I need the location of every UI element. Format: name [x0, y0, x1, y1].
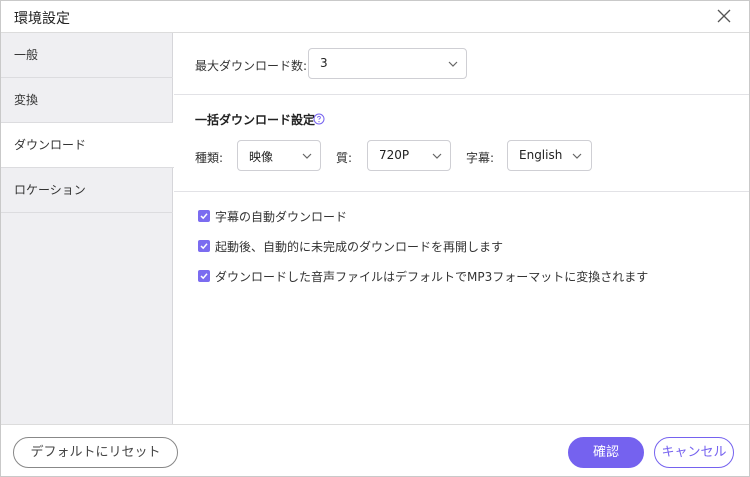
- footer-divider: [1, 424, 749, 425]
- max-downloads-select[interactable]: 3: [308, 48, 467, 79]
- check-icon: [199, 211, 209, 221]
- quality-select[interactable]: 720P: [367, 140, 451, 171]
- auto-subtitle-label: 字幕の自動ダウンロード: [215, 208, 347, 225]
- preferences-dialog: 環境設定 一般 変換 ダウンロード ロケーション 最大ダウンロード数: 3 一括…: [0, 0, 750, 477]
- check-icon: [199, 241, 209, 251]
- confirm-button[interactable]: 確認: [568, 437, 644, 468]
- sidebar: 一般 変換 ダウンロード ロケーション: [1, 33, 173, 425]
- sidebar-item-convert[interactable]: 変換: [1, 78, 173, 123]
- type-label: 種類:: [195, 149, 223, 166]
- cancel-button[interactable]: キャンセル: [654, 437, 734, 468]
- max-downloads-value: 3: [320, 56, 328, 70]
- chevron-down-icon: [301, 150, 313, 162]
- divider: [174, 94, 749, 95]
- divider: [174, 191, 749, 192]
- check-icon: [199, 271, 209, 281]
- title-bar: 環境設定: [1, 1, 749, 33]
- convert-mp3-label: ダウンロードした音声ファイルはデフォルトでMP3フォーマットに変換されます: [215, 268, 648, 285]
- quality-value: 720P: [379, 148, 409, 162]
- quality-label: 質:: [336, 149, 352, 166]
- subtitle-select[interactable]: English: [507, 140, 592, 171]
- chevron-down-icon: [571, 150, 583, 162]
- subtitle-value: English: [519, 148, 562, 162]
- type-value: 映像: [249, 148, 273, 165]
- type-select[interactable]: 映像: [237, 140, 321, 171]
- sidebar-item-general[interactable]: 一般: [1, 33, 173, 78]
- convert-mp3-checkbox[interactable]: [198, 270, 210, 282]
- help-icon[interactable]: [313, 113, 325, 125]
- subtitle-label: 字幕:: [466, 149, 494, 166]
- close-icon[interactable]: [715, 7, 733, 25]
- chevron-down-icon: [447, 58, 459, 70]
- sidebar-item-download[interactable]: ダウンロード: [1, 123, 174, 168]
- sidebar-item-location[interactable]: ロケーション: [1, 168, 173, 213]
- resume-downloads-checkbox[interactable]: [198, 240, 210, 252]
- chevron-down-icon: [431, 150, 443, 162]
- window-title: 環境設定: [14, 8, 70, 28]
- batch-download-title: 一括ダウンロード設定: [195, 111, 315, 128]
- reset-defaults-button[interactable]: デフォルトにリセット: [13, 437, 178, 468]
- auto-subtitle-checkbox[interactable]: [198, 210, 210, 222]
- max-downloads-label: 最大ダウンロード数:: [195, 57, 307, 74]
- resume-downloads-label: 起動後、自動的に未完成のダウンロードを再開します: [215, 238, 503, 255]
